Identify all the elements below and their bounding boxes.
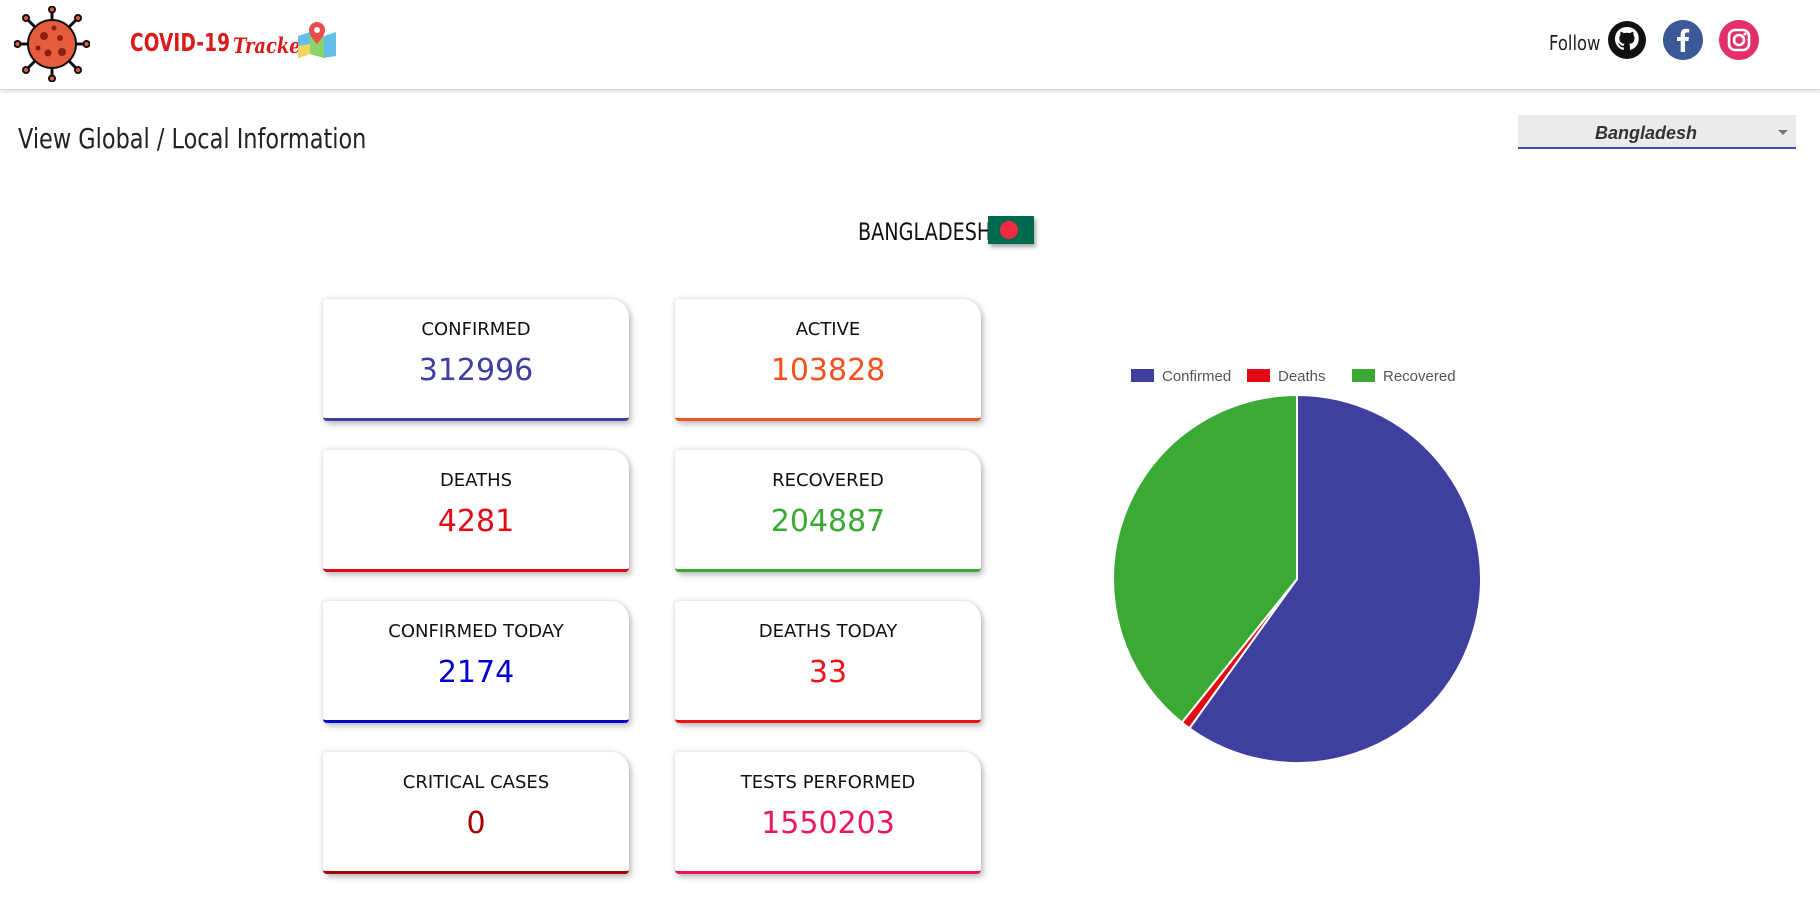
stat-card-confirmed: CONFIRMED 312996 xyxy=(323,299,629,421)
stat-card-label: RECOVERED xyxy=(772,470,884,491)
legend-item-deaths[interactable]: Deaths xyxy=(1247,368,1326,385)
stat-card-label: DEATHS xyxy=(439,470,513,491)
stat-card-value: 204887 xyxy=(770,504,886,539)
github-icon[interactable] xyxy=(1607,20,1647,60)
legend-swatch xyxy=(1352,369,1375,382)
top-header: COVID-19 Tracker Follow xyxy=(0,0,1820,90)
stat-card-label: CONFIRMED TODAY xyxy=(388,621,564,642)
stat-card-value: 103828 xyxy=(770,353,886,388)
stat-card-tests: TESTS PERFORMED 1550203 xyxy=(675,752,981,874)
stat-card-deaths: DEATHS 4281 xyxy=(323,450,629,572)
legend-swatch xyxy=(1247,369,1270,382)
stat-card-value: 33 xyxy=(808,655,848,690)
stat-card-label: CRITICAL CASES xyxy=(402,772,550,793)
chevron-down-icon xyxy=(1778,130,1788,135)
legend-item-recovered[interactable]: Recovered xyxy=(1352,368,1456,385)
stat-card-value: 312996 xyxy=(418,353,534,388)
legend-label: Confirmed xyxy=(1162,368,1231,385)
facebook-icon[interactable] xyxy=(1663,20,1703,60)
country-heading: BANGLADESH xyxy=(858,218,992,246)
follow-label: Follow xyxy=(1549,31,1601,55)
country-select[interactable]: Bangladesh xyxy=(1518,115,1796,149)
stat-card-recovered: RECOVERED 204887 xyxy=(675,450,981,572)
stat-card-value: 4281 xyxy=(437,504,515,539)
legend-label: Deaths xyxy=(1278,368,1326,385)
legend-swatch xyxy=(1131,369,1154,382)
pie-chart-svg: Confirmed Deaths Recovered xyxy=(1112,368,1482,764)
stat-card-deaths-today: DEATHS TODAY 33 xyxy=(675,601,981,723)
stat-card-value: 0 xyxy=(466,806,486,841)
country-select-value: Bangladesh xyxy=(1594,123,1698,143)
stat-card-critical: CRITICAL CASES 0 xyxy=(323,752,629,874)
stat-card-confirmed-today: CONFIRMED TODAY 2174 xyxy=(323,601,629,723)
stat-card-value: 2174 xyxy=(437,655,515,690)
stat-card-label: DEATHS TODAY xyxy=(758,621,898,642)
stat-card-active: ACTIVE 103828 xyxy=(675,299,981,421)
legend-label: Recovered xyxy=(1383,368,1456,385)
stat-card-label: ACTIVE xyxy=(795,319,861,340)
stat-card-label: TESTS PERFORMED xyxy=(740,772,916,793)
instagram-icon[interactable] xyxy=(1719,20,1759,60)
bangladesh-flag-icon xyxy=(988,216,1034,244)
page-title: View Global / Local Information xyxy=(18,122,367,155)
stat-card-value: 1550203 xyxy=(761,806,895,841)
pie-chart: Confirmed Deaths Recovered xyxy=(1095,355,1505,775)
brand-title: COVID-19 xyxy=(130,28,231,57)
stat-card-label: CONFIRMED xyxy=(421,319,531,340)
virus-icon xyxy=(14,6,90,82)
legend-item-confirmed[interactable]: Confirmed xyxy=(1131,368,1231,385)
map-pin-icon xyxy=(298,22,336,58)
